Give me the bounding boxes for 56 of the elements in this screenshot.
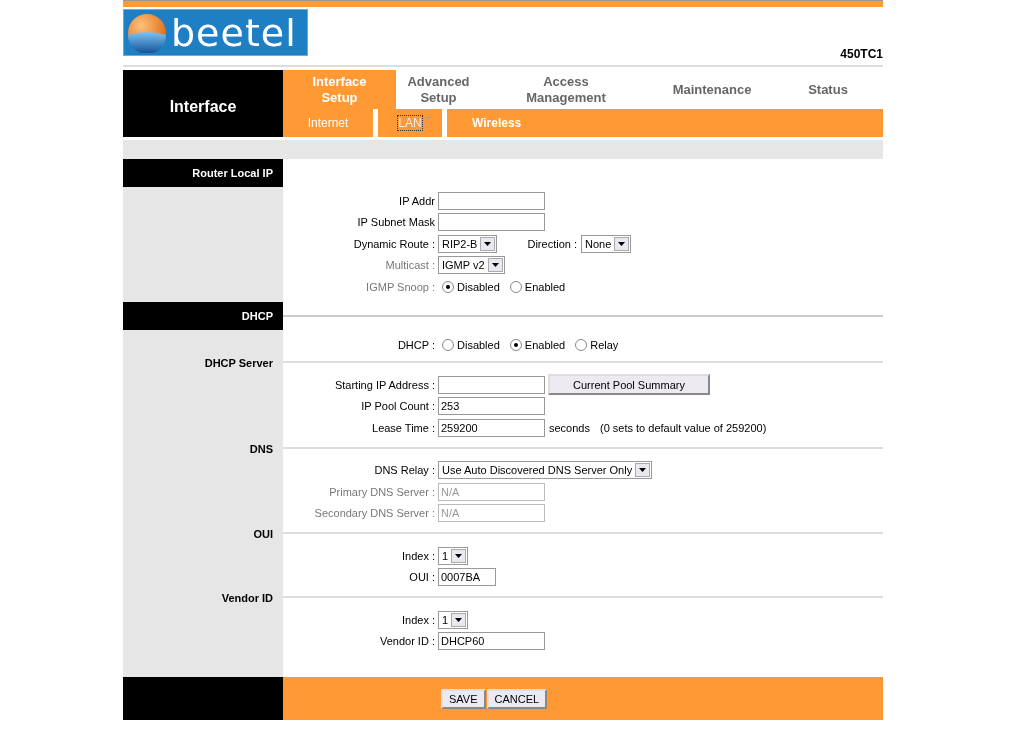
dropdown[interactable]: None: [581, 234, 632, 253]
dropdown[interactable]: RIP2-B: [438, 234, 498, 253]
input-field[interactable]: 253: [438, 397, 545, 416]
dropdown[interactable]: Use Auto Discovered DNS Server Only: [438, 461, 653, 480]
group-title: Vendor ID: [220, 592, 274, 604]
unit-label: seconds: [549, 421, 590, 434]
globe-icon: [127, 12, 167, 53]
field-label: Starting IP Address :: [333, 378, 436, 391]
input-field[interactable]: [438, 375, 545, 394]
input-field[interactable]: 259200: [438, 418, 545, 437]
group-title: DNS: [248, 442, 274, 455]
field-label: Multicast :: [384, 259, 436, 272]
form-button[interactable]: CANCEL: [486, 688, 548, 709]
form-button[interactable]: SAVE: [441, 688, 486, 709]
field-label: IP Addr: [398, 194, 436, 207]
field-label: Vendor ID :: [378, 635, 436, 648]
field-label: Lease Time :: [371, 421, 436, 434]
section-title: Interface: [123, 70, 283, 137]
field-label: IGMP Snoop :: [365, 280, 436, 293]
group-title: OUI: [252, 528, 274, 540]
field-label: DNS Relay :: [373, 464, 436, 477]
field-label: Index :: [400, 613, 436, 626]
radio-button[interactable]: [442, 339, 454, 352]
field-label: Direction :: [527, 237, 577, 250]
radio-label: Disabled: [457, 339, 500, 352]
input-field[interactable]: DHCP60: [438, 632, 545, 651]
field-label: IP Subnet Mask: [356, 216, 436, 229]
field-label: Secondary DNS Server :: [313, 507, 436, 520]
radio-label: Disabled: [457, 280, 500, 293]
input-field[interactable]: [438, 213, 545, 232]
hint-text: (0 sets to default value of 259200): [600, 421, 767, 434]
dropdown[interactable]: 1: [438, 546, 469, 565]
radio-label: Enabled: [524, 280, 566, 293]
radio-label: Relay: [590, 339, 619, 352]
input-field[interactable]: 0007BA: [438, 568, 496, 587]
group-title: DHCP Server: [203, 357, 274, 369]
radio-label: Enabled: [524, 339, 566, 352]
model-number: 450TC1: [840, 47, 883, 61]
input-field[interactable]: [438, 191, 545, 210]
pool-summary-button[interactable]: Current Pool Summary: [548, 374, 710, 396]
nav-tab[interactable]: Advanced Setup: [396, 70, 481, 109]
radio-button[interactable]: [575, 339, 588, 352]
field-label: Dynamic Route :: [352, 237, 436, 250]
field-label: Primary DNS Server :: [328, 485, 436, 498]
nav-tab[interactable]: Access Management: [481, 70, 651, 109]
nav-tab[interactable]: Maintenance: [651, 70, 773, 109]
field-label: IP Pool Count :: [360, 400, 436, 413]
section-heading: DHCP: [123, 301, 283, 330]
nav-tab[interactable]: Status: [773, 70, 883, 109]
field-label: OUI :: [408, 571, 436, 584]
field-label: DHCP :: [396, 339, 436, 352]
logo: beetel: [123, 9, 308, 56]
field-label: Index :: [400, 549, 436, 562]
radio-button[interactable]: [509, 339, 522, 352]
section-heading: Router Local IP: [123, 159, 283, 187]
dropdown[interactable]: 1: [438, 610, 469, 629]
